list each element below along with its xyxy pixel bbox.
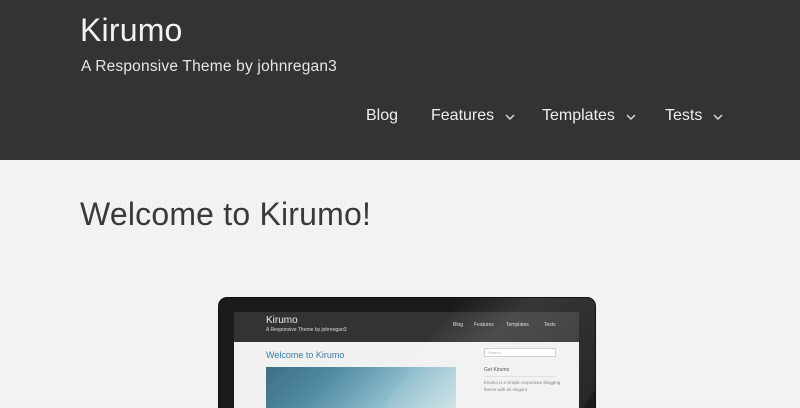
preview-featured-image [266,367,456,408]
site-tagline: A Responsive Theme by johnregan3 [81,58,337,75]
preview-site-title: Kirumo [266,315,298,326]
nav-item-features[interactable]: Features [431,103,518,129]
chevron-down-icon [504,111,518,123]
monitor-screen: Kirumo A Responsive Theme by johnregan3 … [234,312,579,408]
nav-item-label: Templates [542,107,615,124]
monitor-screenshot-image: Kirumo A Responsive Theme by johnregan3 … [219,298,595,408]
preview-divider [484,376,556,377]
site-header: Kirumo A Responsive Theme by johnregan3 … [0,0,800,160]
preview-nav-blog: Blog [453,322,464,328]
preview-sidebar-title: Get Kirumo [484,367,510,373]
nav-item-label: Blog [366,107,399,124]
site-title-link[interactable]: Kirumo [80,12,183,49]
chevron-down-icon [712,111,726,123]
nav-item-label: Tests [665,107,703,124]
nav-item-tests[interactable]: Tests [665,103,726,129]
nav-item-label: Features [431,107,495,124]
preview-tagline: A Responsive Theme by johnregan3 [266,327,347,333]
preview-nav-tests: Tests [544,322,556,328]
preview-sidebar-text: Kirumo is a simple responsive blogging t… [484,380,561,392]
page-title: Welcome to Kirumo! [80,196,372,232]
main-navigation: Blog Features Templates Tests [0,103,800,129]
preview-heading: Welcome to Kirumo [266,350,345,360]
preview-nav-features: Features [474,322,494,328]
preview-nav-templates: Templates [506,322,529,328]
preview-header: Kirumo A Responsive Theme by johnregan3 … [234,312,579,342]
chevron-down-icon [625,111,639,123]
nav-item-blog[interactable]: Blog [366,103,398,129]
nav-item-templates[interactable]: Templates [542,103,639,129]
preview-search-box: Search... [484,348,556,357]
